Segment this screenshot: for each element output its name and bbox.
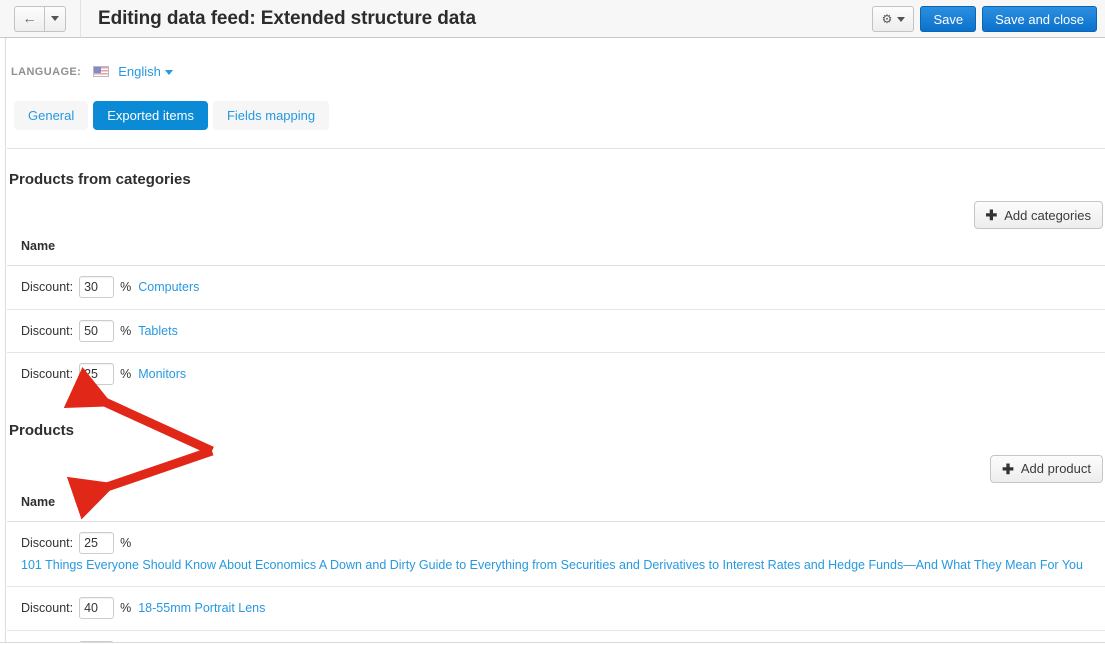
page-left-edge [0,38,6,645]
language-selector-row: LANGUAGE: English [11,64,1105,79]
discount-input[interactable] [79,276,115,299]
percent-symbol: % [120,601,132,616]
discount-label: Discount: [21,323,74,338]
products-table: Name Discount: % 101 Things Everyone Sho… [7,494,1105,645]
page-content: LANGUAGE: English General Exported items… [7,38,1105,645]
products-section-title: Products [9,421,75,439]
category-link[interactable]: Tablets [138,320,178,343]
percent-symbol: % [120,323,132,338]
back-button[interactable]: ← [14,5,44,32]
table-row: Discount: % Tablets [7,309,1105,353]
add-categories-button[interactable]: ✚ Add categories [973,201,1103,229]
save-and-close-button[interactable]: Save and close [982,6,1097,32]
category-link[interactable]: Monitors [138,363,186,386]
caret-down-icon [164,70,173,76]
categories-actions: ✚ Add categories [7,201,1105,229]
toolbar-divider [80,0,81,38]
add-categories-label: Add categories [1004,207,1091,223]
caret-down-icon [51,16,59,21]
category-link[interactable]: Computers [138,276,199,299]
settings-dropdown-button[interactable]: ⚙ [872,6,915,32]
table-row: Discount: % 18-55mm Portrait Lens [7,586,1105,631]
products-actions: ✚ Add product [7,454,1105,483]
product-link[interactable]: 101 Things Everyone Should Know About Ec… [21,554,1083,577]
language-value: English [118,64,161,79]
top-toolbar: ← Editing data feed: Extended structure … [0,0,1105,40]
app-window: ← Editing data feed: Extended structure … [0,0,1105,645]
discount-input[interactable] [79,363,115,386]
us-flag-icon [93,66,110,77]
page-title: Editing data feed: Extended structure da… [98,7,476,29]
tab-bar: General Exported items Fields mapping [14,101,1105,130]
add-product-label: Add product [1020,461,1091,476]
discount-label: Discount: [21,367,74,382]
categories-section-title: Products from categories [9,171,191,188]
arrow-left-icon: ← [22,9,37,26]
discount-label: Discount: [21,280,74,295]
products-column-name: Name [7,494,1105,522]
toolbar-actions: ⚙ Save Save and close [872,6,1097,32]
categories-table-header-row: Name [7,239,1105,266]
table-row: Discount: % 101 Things Everyone Should K… [7,521,1105,587]
discount-label: Discount: [21,601,74,616]
back-button-group[interactable]: ← [14,5,66,32]
discount-input[interactable] [79,597,115,620]
back-dropdown-button[interactable] [44,5,66,32]
gear-icon: ⚙ [881,12,893,26]
discount-input[interactable] [79,319,115,342]
categories-table: Name Discount: % Computers [7,239,1105,396]
save-button[interactable]: Save [920,6,977,32]
categories-column-name: Name [7,239,1105,266]
plus-icon: ✚ [985,207,998,223]
percent-symbol: % [120,535,132,550]
discount-label: Discount: [21,535,74,550]
content-divider [7,148,1105,149]
caret-down-icon [897,16,906,22]
table-row: Discount: % Monitors [7,353,1105,396]
language-dropdown[interactable]: English [118,64,173,79]
percent-symbol: % [120,367,132,382]
language-label: LANGUAGE: [11,65,82,78]
tab-fields-mapping[interactable]: Fields mapping [212,101,330,130]
plus-icon: ✚ [1002,460,1014,477]
tab-exported-items[interactable]: Exported items [93,101,208,130]
percent-symbol: % [120,280,132,295]
tab-general[interactable]: General [14,101,89,130]
discount-input[interactable] [79,531,115,554]
product-link[interactable]: 18-55mm Portrait Lens [138,597,265,620]
products-table-header-row: Name [7,494,1105,522]
table-row: Discount: % Computers [7,265,1105,310]
add-product-button[interactable]: ✚ Add product [990,454,1103,483]
